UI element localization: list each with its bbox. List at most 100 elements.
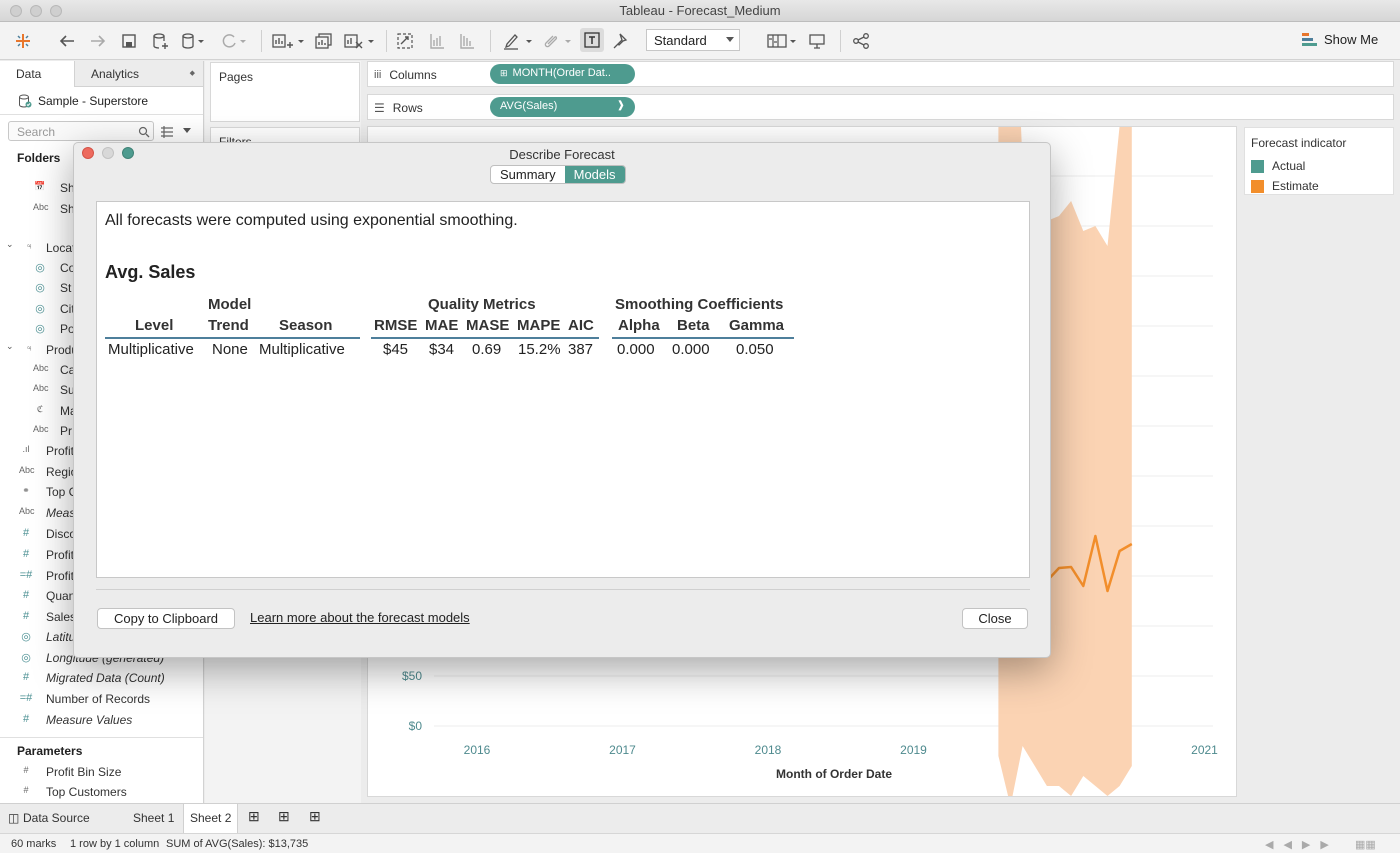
rows-label: Rows [392,101,423,115]
globe-icon: ◎ [35,262,45,274]
tab-sheet-2[interactable]: Sheet 2 [183,804,239,833]
hash-icon: # [23,765,29,775]
dialog-zoom-button[interactable] [122,147,134,159]
value-cell: 0.000 [617,341,655,358]
legend-swatch [1251,179,1264,193]
show-me-button[interactable]: Show Me [1302,32,1378,47]
search-icon[interactable] [138,126,150,138]
globe-icon: ◎ [35,303,45,315]
dialog-close-button[interactable] [82,147,94,159]
grid-view-icon[interactable]: ▦▦ [1355,838,1376,851]
tab-sheet-1[interactable]: Sheet 1 [133,811,174,825]
header-underline [612,337,794,339]
value-cell: Multiplicative [259,341,345,358]
view-toggle-icon[interactable] [160,125,174,139]
legend-item-actual[interactable]: Actual [1245,156,1393,176]
expand-icon: ⊞ [500,68,508,78]
swap-rows-columns-icon[interactable] [396,30,414,52]
rows-icon: ☰ [374,101,385,115]
pages-label: Pages [219,70,254,84]
chevron-down-icon[interactable]: ⌄ [6,341,14,352]
rows-shelf[interactable]: ☰ Rows AVG(Sales) ❱ [367,94,1394,120]
chevron-down-icon[interactable]: ⌄ [6,239,14,250]
forecast-legend[interactable]: Forecast indicator Actual Estimate [1244,127,1394,195]
columns-pill[interactable]: ⊞ MONTH(Order Dat.. [490,64,635,84]
value-cell: 387 [568,341,594,358]
tableau-logo-icon[interactable] [14,30,32,52]
columns-shelf[interactable]: iii Columns ⊞ MONTH(Order Dat.. [367,61,1394,87]
clear-sheet-icon[interactable] [343,30,377,52]
divider [96,589,1030,590]
value-cell: Multiplicative [108,341,194,358]
toolbar-divider [490,30,491,52]
learn-more-link[interactable]: Learn more about the forecast models [250,610,470,625]
search-input[interactable]: Search [8,121,154,141]
hierarchy-icon: ♃ [25,241,33,251]
column-header: MASE [466,317,510,334]
fix-axes-icon[interactable] [612,30,630,52]
hierarchy-icon: ♃ [25,343,33,353]
chevron-down-icon [726,37,734,42]
column-header: Level [135,317,174,334]
show-cards-icon[interactable] [766,30,800,52]
group-members-icon[interactable] [541,30,575,52]
redo-icon[interactable] [89,30,107,52]
pages-card[interactable]: Pages [210,62,360,122]
pause-datasource-icon[interactable] [180,30,204,52]
highlight-icon[interactable] [502,30,536,52]
describe-forecast-dialog: Describe Forecast Summary Models All for… [73,142,1051,658]
chevron-down-icon[interactable] [183,128,191,133]
tab-analytics[interactable]: Analytics [75,61,203,87]
x-tick-label: 2017 [609,743,636,757]
column-header: MAPE [517,317,561,334]
hash-icon: =# [19,692,33,704]
data-pane-tabs: Data Analytics [0,61,203,87]
rows-pill[interactable]: AVG(Sales) ❱ [490,97,635,117]
set-icon: ⚭ [22,485,30,495]
duplicate-sheet-icon[interactable] [314,30,334,52]
copy-to-clipboard-button[interactable]: Copy to Clipboard [97,608,235,629]
share-icon[interactable] [852,30,870,52]
hash-icon: # [22,713,30,725]
new-dashboard-icon[interactable]: ⊞ [278,808,290,825]
sheet-nav-icons[interactable]: ◀◀▶▶ [1265,838,1339,851]
legend-item-estimate[interactable]: Estimate [1245,176,1393,196]
datasource-item[interactable]: Sample - Superstore [0,87,203,115]
calendar-icon: 📅 [34,181,46,191]
column-header: AIC [568,317,594,334]
value-cell: 15.2% [518,341,561,358]
tab-data[interactable]: Data [0,61,75,87]
new-worksheet-icon[interactable] [271,30,305,52]
header-underline [105,337,360,339]
presentation-mode-icon[interactable] [808,30,826,52]
window-title: Tableau - Forecast_Medium [619,3,781,18]
save-icon[interactable] [120,30,138,52]
tab-models[interactable]: Models [564,166,625,183]
hash-icon: # [22,671,30,683]
datasource-name: Sample - Superstore [38,93,149,108]
divider [0,737,203,738]
status-bar: 60 marks 1 row by 1 column SUM of AVG(Sa… [0,833,1400,853]
models-content: All forecasts were computed using expone… [96,201,1030,578]
sort-ascending-icon[interactable] [428,30,446,52]
close-button[interactable]: Close [962,608,1028,629]
tab-summary[interactable]: Summary [491,166,565,183]
hash-icon: # [22,548,30,560]
globe-icon: ◎ [35,282,45,294]
fit-width-value: Standard [654,33,707,48]
dialog-title: Describe Forecast [509,147,615,162]
sheet-tab-bar: ◫ Data Source Sheet 1 Sheet 2 ⊞ ⊞ ⊞ [0,803,1400,833]
show-me-icon [1302,32,1317,46]
new-datasource-icon[interactable] [151,30,169,52]
abc-icon: Abc [19,506,35,516]
refresh-icon[interactable] [220,30,246,52]
sort-descending-icon[interactable] [458,30,476,52]
new-story-icon[interactable]: ⊞ [309,808,321,825]
fit-width-select[interactable]: Standard [646,29,740,51]
value-cell: $34 [429,341,455,358]
tab-data-source[interactable]: Data Source [23,811,90,825]
undo-icon[interactable] [58,30,76,52]
globe-icon: ◎ [21,652,31,664]
show-mark-labels-icon[interactable] [580,28,604,52]
new-worksheet-icon[interactable]: ⊞ [248,808,260,825]
